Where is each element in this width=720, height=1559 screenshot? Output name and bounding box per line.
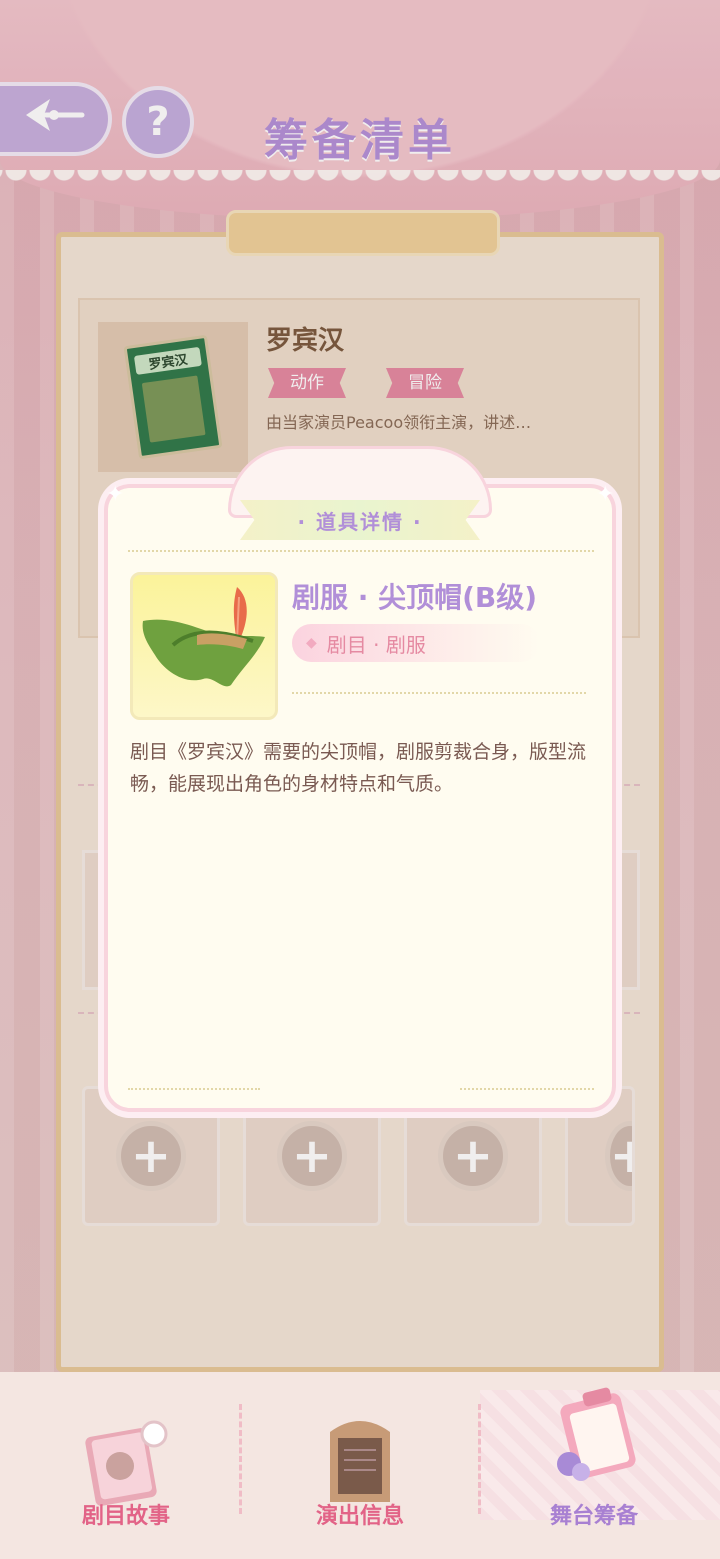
sparkle-icon: ✦ [596, 482, 615, 507]
nav-tab-performance-info[interactable]: 演出信息 [260, 1390, 460, 1550]
nav-tab-stage-prep[interactable]: 舞台筹备 [494, 1387, 694, 1550]
nav-label: 剧目故事 [81, 1504, 170, 1529]
item-description: 剧目《罗宾汉》需要的尖顶帽，剧服剪裁合身，版型流畅，能展现出角色的身材特点和气质… [130, 741, 587, 795]
nav-separator [239, 1404, 242, 1514]
item-divider [292, 692, 586, 694]
clipboard-icon [539, 1380, 649, 1494]
item-name: 剧服 · 尖顶帽(B级) [292, 581, 538, 614]
popup-footer-divider [460, 1088, 594, 1090]
popup-footer-divider [128, 1088, 260, 1090]
item-type-badge: ◆ 剧目 · 剧服 [292, 624, 540, 662]
popup-title: · 道具详情 · [297, 509, 423, 534]
item-type: 剧目 · 剧服 [326, 632, 426, 657]
nav-separator [478, 1404, 481, 1514]
popup-divider [128, 550, 594, 552]
sparkle-icon: ✦ [106, 482, 125, 507]
nav-label: 舞台筹备 [549, 1504, 638, 1529]
nav-label: 演出信息 [315, 1504, 404, 1529]
popup-title-band: · 道具详情 · [240, 500, 480, 540]
feathered-hat-icon [142, 587, 265, 687]
diamond-icon: ◆ [306, 635, 317, 651]
item-image [130, 572, 278, 720]
nav-tab-story[interactable]: 剧目故事 [26, 1390, 226, 1550]
